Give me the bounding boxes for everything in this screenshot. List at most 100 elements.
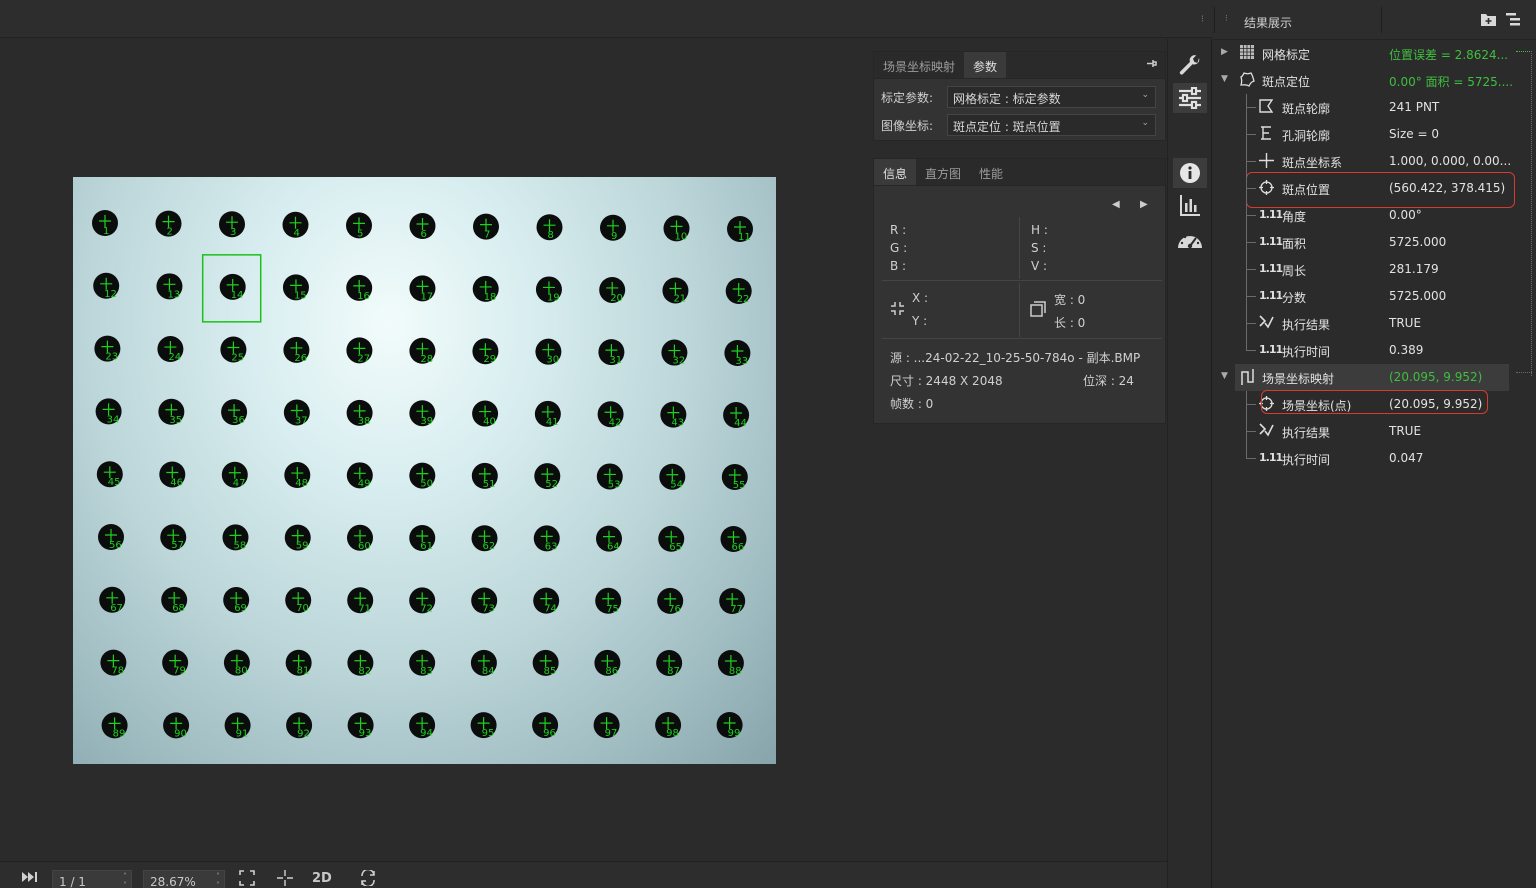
result-row[interactable]: 1.11 执行时间 0.047: [1213, 445, 1509, 472]
expand-down-icon[interactable]: ▼: [1221, 74, 1228, 84]
blob-marker: 53: [596, 463, 623, 490]
result-row[interactable]: 执行结果 TRUE: [1213, 310, 1509, 337]
result-row[interactable]: 1.11 角度 0.00°: [1213, 202, 1509, 229]
result-name: 执行时间: [1282, 345, 1331, 359]
blob-marker: 34: [95, 398, 122, 425]
result-row[interactable]: ▼ 斑点定位 0.00° 面积 = 5725....: [1213, 67, 1513, 94]
blob-label: 36: [232, 415, 245, 426]
divider: [1381, 7, 1382, 33]
tab-histogram[interactable]: 直方图: [916, 159, 970, 185]
result-row[interactable]: ▼ 场景坐标映射 (20.095, 9.952): [1221, 364, 1509, 391]
number-icon: 1.11: [1259, 451, 1283, 464]
blob-label: 17: [420, 291, 433, 302]
stepper-arrows-icon[interactable]: ˄ ˅: [216, 872, 220, 888]
calibration-image[interactable]: 1 2 3 4 5 6 7 8 9 10 11 12 13 14 15 16 17 18 19 20 21 22 23 24 2…: [73, 177, 776, 764]
result-row[interactable]: 1.11 面积 5725.000: [1213, 229, 1509, 256]
blob-label: 34: [107, 414, 120, 425]
number-icon: 1.11: [1259, 235, 1283, 248]
param-row-calibration: 标定参数: 网格标定 : 标定参数 ⌄: [881, 86, 1156, 108]
list-tree-icon[interactable]: [1506, 13, 1520, 29]
blob-marker: 72: [409, 587, 436, 614]
calibration-select[interactable]: 网格标定 : 标定参数 ⌄: [947, 86, 1156, 108]
blob-marker: 25: [220, 336, 247, 363]
result-row[interactable]: 1.11 周长 281.179: [1213, 256, 1509, 283]
blob-marker: 39: [409, 400, 436, 427]
pin-icon[interactable]: [1146, 58, 1157, 72]
info-icon[interactable]: [1173, 158, 1207, 188]
tree-line: [1246, 161, 1256, 162]
next-arrow-icon[interactable]: ▶: [1140, 199, 1148, 210]
gauge-icon[interactable]: [1173, 224, 1207, 254]
zoom-stepper[interactable]: 28.67% ˄ ˅: [143, 870, 225, 888]
prev-arrow-icon[interactable]: ◀: [1112, 199, 1120, 210]
blob-label: 77: [730, 604, 743, 615]
fit-screen-icon[interactable]: [239, 870, 255, 888]
blob-marker: 8: [536, 214, 563, 241]
tab-performance[interactable]: 性能: [970, 159, 1012, 185]
blob-label: 70: [296, 603, 309, 614]
rgb-r: R :: [890, 223, 907, 237]
blob-label: 6: [421, 229, 427, 240]
result-value: 5725.000: [1389, 235, 1447, 249]
result-row[interactable]: 1.11 执行时间 0.389: [1213, 337, 1509, 364]
blob-label: 97: [605, 728, 618, 739]
result-row[interactable]: 斑点轮廓 241 PNT: [1213, 94, 1509, 121]
blob-marker: 31: [598, 339, 625, 366]
number-icon: 1.11: [1259, 262, 1283, 275]
blob-marker: 89: [101, 712, 128, 739]
blob-label: 86: [605, 666, 618, 677]
2d-mode-button[interactable]: 2D: [312, 871, 332, 888]
tab-scene-mapping[interactable]: 场景坐标映射: [874, 52, 964, 78]
divider: [1019, 283, 1020, 337]
blob-label: 57: [171, 540, 184, 551]
frame-stepper[interactable]: 1 / 1 ˄ ˅: [52, 870, 132, 888]
blob-label: 31: [609, 355, 622, 366]
fast-forward-icon[interactable]: [22, 870, 38, 888]
tree-line: [1246, 431, 1256, 432]
blob-label: 23: [105, 352, 118, 363]
histogram-icon[interactable]: [1173, 190, 1207, 220]
blob-label: 45: [108, 477, 121, 488]
collapse-icon[interactable]: ⁝: [1225, 14, 1228, 24]
blob-marker: 91: [224, 712, 251, 739]
result-row[interactable]: ▶ 网格标定 位置误差 = 2.8624...: [1213, 40, 1509, 67]
wrench-icon[interactable]: [1173, 51, 1207, 81]
sync-icon[interactable]: [359, 868, 377, 888]
dotted-guide: [1516, 372, 1532, 374]
frame-value: 1 / 1: [59, 875, 86, 888]
sliders-icon[interactable]: [1173, 83, 1207, 113]
center-crosshair-icon[interactable]: [277, 870, 293, 888]
blob-marker: 28: [409, 337, 436, 365]
blob-label: 85: [544, 666, 557, 677]
hsv-v: V :: [1031, 259, 1048, 273]
blob-label: 25: [231, 352, 244, 363]
result-value: 5725.000: [1389, 289, 1447, 303]
result-value: 1.000, 0.000, 0.00...: [1389, 154, 1512, 168]
add-folder-icon[interactable]: [1481, 13, 1496, 29]
result-row[interactable]: 1.11 分数 5725.000: [1213, 283, 1509, 310]
stepper-arrows-icon[interactable]: ˄ ˅: [123, 872, 127, 888]
expand-down-icon[interactable]: ▼: [1221, 371, 1228, 381]
tab-params[interactable]: 参数: [964, 52, 1007, 78]
panel-grip-icon[interactable]: ⁝: [1201, 14, 1204, 25]
expand-right-icon[interactable]: ▶: [1221, 47, 1228, 57]
result-value: Size = 0: [1389, 127, 1439, 141]
chevron-down-icon: ⌄: [1141, 118, 1149, 128]
blob-label: 62: [483, 541, 496, 552]
source-file: 源 : ...24-02-22_10-25-50-784o - 副本.BMP: [890, 351, 1141, 365]
image-coord-select[interactable]: 斑点定位 : 斑点位置 ⌄: [947, 114, 1156, 136]
blob-label: 26: [294, 353, 307, 364]
grid-icon: [1240, 45, 1256, 61]
tab-info[interactable]: 信息: [874, 159, 917, 185]
blob-marker: 38: [346, 399, 373, 427]
result-name: 分数: [1282, 291, 1307, 305]
blob-marker: 48: [284, 462, 311, 489]
blob-label: 4: [294, 228, 300, 239]
result-name: 周长: [1282, 264, 1307, 278]
result-row[interactable]: 斑点坐标系 1.000, 0.000, 0.00...: [1213, 148, 1512, 175]
result-name: 孔洞轮廓: [1282, 129, 1331, 143]
width-value: 宽 : 0: [1054, 293, 1086, 307]
result-row[interactable]: 孔洞轮廓 Size = 0: [1213, 121, 1509, 148]
result-row[interactable]: 执行结果 TRUE: [1213, 418, 1509, 445]
bit-depth: 位深 : 24: [1083, 374, 1134, 388]
